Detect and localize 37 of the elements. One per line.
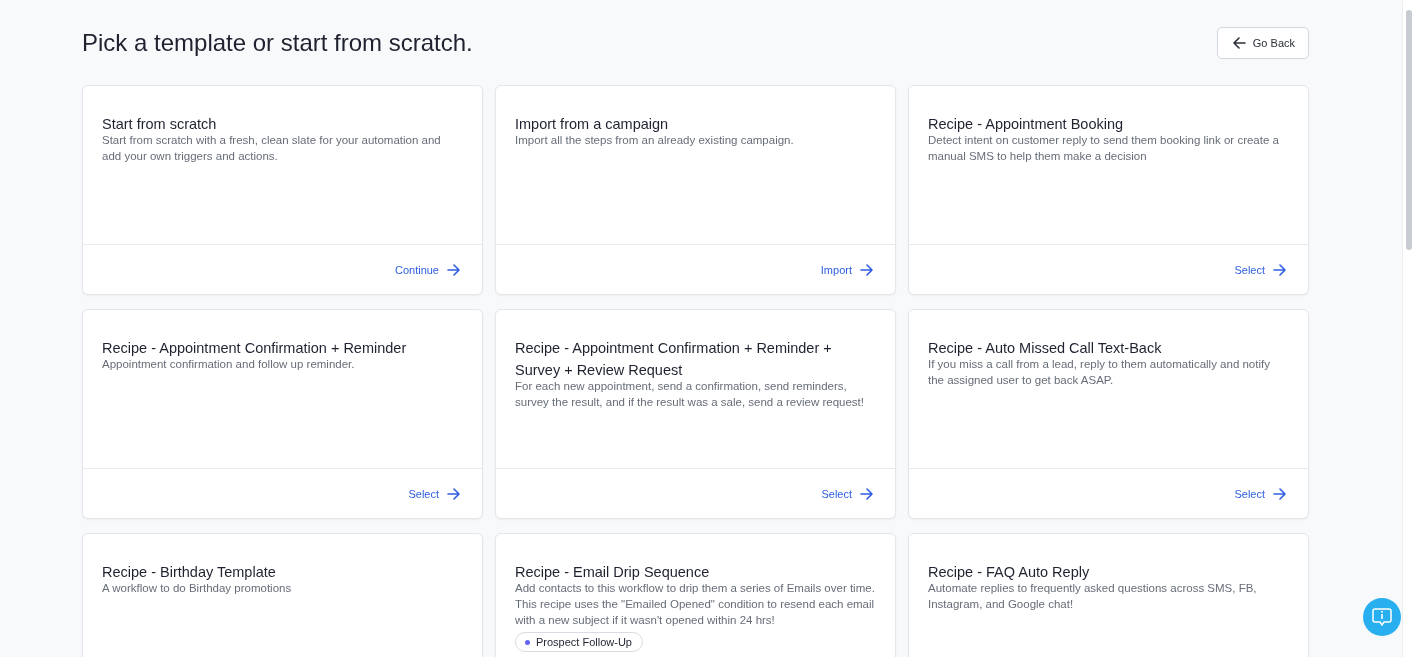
card-description: Appointment confirmation and follow up reminder. [102,357,356,372]
card-description: Import all the steps from an already existing campaign. [515,133,795,148]
card-title: Recipe - Appointment Confirmation + Reminder + Survey + Review Request [515,339,833,380]
action-link[interactable]: Select [821,487,873,500]
card-description: Start from scratch with a fresh, clean slate for your automation and add your own triggers and actions. [102,133,442,164]
scrollbar[interactable] [1402,0,1416,657]
card-title: Recipe - FAQ Auto Reply [928,563,1091,582]
action-link[interactable]: Select [408,487,460,500]
card-description: Automate replies to frequently asked questions across SMS, FB, Instagram, and Google chat! [928,581,1258,612]
action-link[interactable]: Select [1234,487,1286,500]
card-title: Recipe - Email Drip Sequence [515,563,711,582]
go-back-button[interactable]: Go Back [1216,27,1309,59]
action-link[interactable]: Select [1234,263,1286,276]
dot-icon [525,639,530,645]
arrow-right-icon [1273,487,1286,500]
arrow-right-icon [447,487,460,500]
arrow-right-icon [447,263,460,276]
card-description: If you miss a call from a lead, reply to them automatically and notify the assigned user to get back ASAP. [928,357,1271,388]
arrow-right-icon [1273,263,1286,276]
card-title: Import from a campaign [515,115,670,134]
arrow-right-icon [860,487,873,500]
info-bubble-icon [1371,606,1393,628]
action-link[interactable]: Import [820,263,873,276]
action-link[interactable]: Continue [394,263,460,276]
card-title: Recipe - Auto Missed Call Text-Back [928,339,1163,358]
card-title: Recipe - Appointment Confirmation + Reminder [102,339,408,358]
card-title: Recipe - Birthday Template [102,563,277,582]
card-title: Recipe - Appointment Booking [928,115,1125,134]
page-title: Pick a template or start from scratch. [82,29,473,57]
card-description: Detect intent on customer reply to send them booking link or create a manual SMS to help them make a decision [928,133,1280,164]
help-chat-button[interactable] [1363,598,1401,636]
card-description: A workflow to do Birthday promotions [102,581,293,596]
card-title: Start from scratch [102,115,218,134]
card-description: Add contacts to this workflow to drip them a series of Emails over time. This recipe uses the "Emailed Opened" condition to resend each email with a new subject if it wasn't opened within 24 hrs! [515,581,876,628]
card-description: For each new appointment, send a confirmation, send reminders, survey the result, and if the result was a sale, send a review request! [515,379,865,410]
arrow-left-icon [1232,37,1246,49]
arrow-right-icon [860,263,873,276]
